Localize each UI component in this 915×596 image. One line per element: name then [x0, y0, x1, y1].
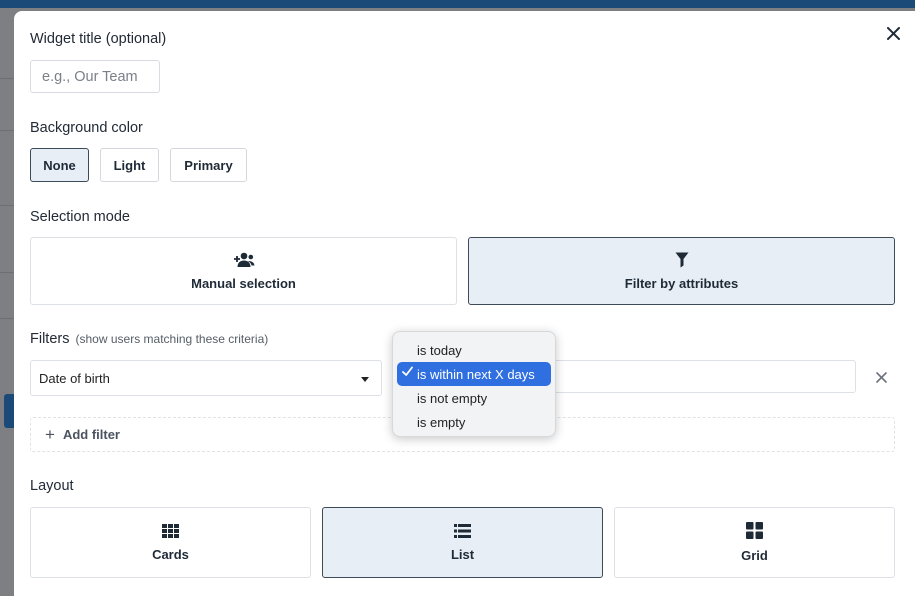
- bg-color-primary-button[interactable]: Primary: [170, 148, 247, 182]
- background-divider: [0, 272, 14, 273]
- filters-label: Filters (show users matching these crite…: [30, 331, 268, 347]
- operator-option-within-next-x-days[interactable]: is within next X days: [397, 362, 551, 386]
- operator-option-is-not-empty[interactable]: is not empty: [397, 386, 551, 410]
- close-icon: [886, 26, 900, 40]
- manual-selection-label: Manual selection: [191, 275, 296, 291]
- filter-icon: [675, 252, 688, 267]
- background-divider: [0, 78, 14, 79]
- background-header-bar: [0, 0, 915, 8]
- filter-attribute-select[interactable]: Date of birth: [30, 360, 382, 396]
- list-icon: [454, 523, 471, 538]
- grid-icon: [746, 522, 763, 539]
- widget-title-input[interactable]: [30, 60, 160, 93]
- layout-list-option[interactable]: List: [322, 507, 603, 578]
- cards-grid-icon: [162, 523, 179, 538]
- widget-title-label: Widget title (optional): [30, 31, 167, 47]
- background-color-label: Background color: [30, 120, 143, 136]
- layout-grid-option[interactable]: Grid: [614, 507, 895, 578]
- filter-attribute-value: Date of birth: [39, 370, 110, 386]
- operator-option-label: is within next X days: [417, 366, 535, 382]
- layout-cards-option[interactable]: Cards: [30, 507, 311, 578]
- bg-color-none-button[interactable]: None: [30, 148, 89, 182]
- layout-label: Layout: [30, 478, 74, 494]
- close-icon: [875, 371, 887, 383]
- close-button[interactable]: [883, 23, 903, 43]
- filter-value-input[interactable]: [554, 360, 856, 393]
- user-plus-icon: [233, 252, 254, 267]
- background-divider: [0, 318, 14, 319]
- plus-icon: +: [45, 425, 55, 444]
- filter-by-attributes-label: Filter by attributes: [624, 275, 739, 291]
- filters-hint: (show users matching these criteria): [75, 332, 269, 346]
- operator-option-label: is empty: [417, 414, 466, 430]
- filter-by-attributes-option[interactable]: Filter by attributes: [468, 237, 895, 305]
- filters-title: Filters: [30, 331, 70, 347]
- operator-dropdown-menu: is today is within next X days is not em…: [392, 331, 556, 437]
- remove-filter-button[interactable]: [874, 370, 888, 384]
- operator-option-is-today[interactable]: is today: [397, 338, 551, 362]
- operator-option-is-empty[interactable]: is empty: [397, 410, 551, 434]
- layout-cards-label: Cards: [152, 546, 189, 562]
- bg-color-light-button[interactable]: Light: [100, 148, 159, 182]
- add-filter-label: Add filter: [62, 427, 120, 442]
- layout-grid-label: Grid: [741, 548, 768, 563]
- chevron-down-icon: [361, 377, 369, 382]
- widget-settings-modal: Widget title (optional) Background color…: [14, 11, 915, 596]
- background-divider: [0, 205, 14, 206]
- operator-option-label: is today: [417, 342, 462, 358]
- selection-mode-label: Selection mode: [30, 209, 130, 225]
- checkmark-icon: [402, 366, 413, 376]
- manual-selection-option[interactable]: Manual selection: [30, 237, 457, 305]
- operator-option-label: is not empty: [417, 390, 488, 406]
- layout-list-label: List: [450, 546, 475, 562]
- background-divider: [0, 130, 14, 131]
